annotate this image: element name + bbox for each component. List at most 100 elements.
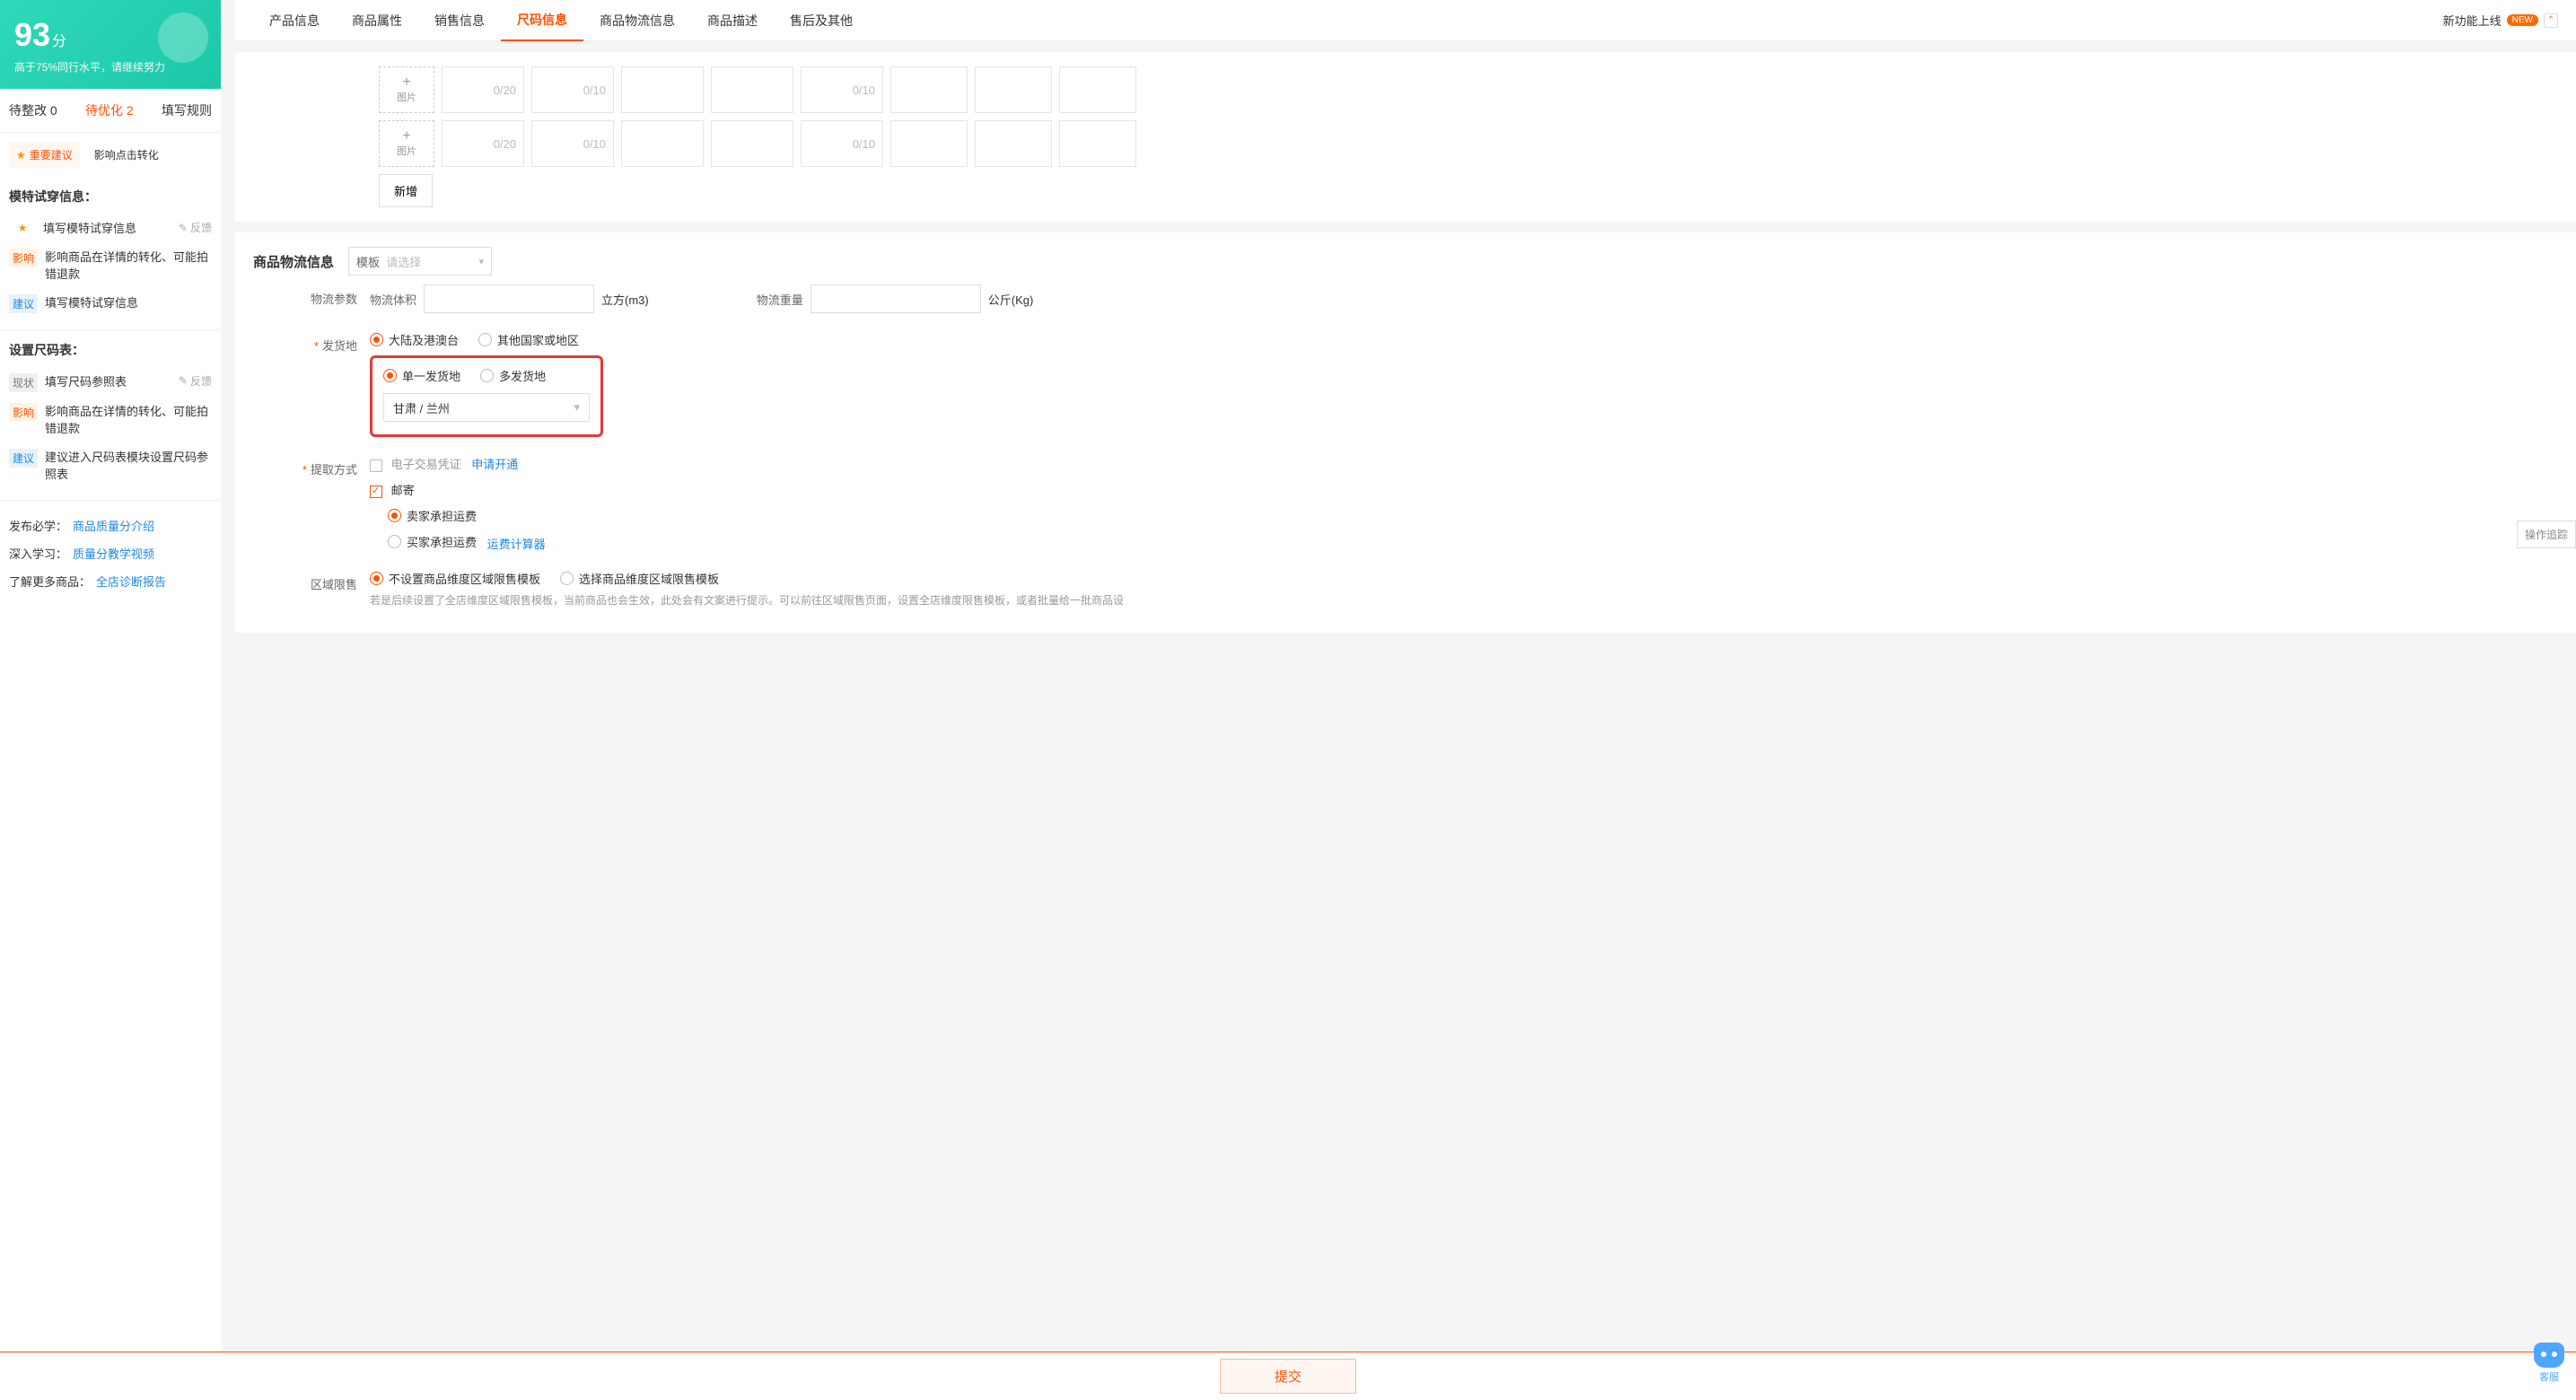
size-row3: 建议进入尺码表模块设置尺码参照表	[45, 449, 212, 484]
section-size: 设置尺码表： 现状 填写尺码参照表 ✎ 反馈 影响 影响商品在详情的转化、可能拍…	[0, 330, 221, 501]
radio-set-area-limit[interactable]: 选择商品维度区域限售模板	[560, 570, 719, 587]
learn2-label: 深入学习：	[9, 547, 67, 561]
spec-cell[interactable]	[711, 120, 793, 167]
radio-multi-ship[interactable]: 多发货地	[480, 367, 546, 384]
mail-label: 邮寄	[391, 484, 415, 497]
radio-buyer-pay[interactable]: 买家承担运费	[388, 533, 477, 550]
checkbox-mail[interactable]	[370, 486, 382, 498]
feedback-link[interactable]: ✎ 反馈	[179, 373, 212, 389]
spec-cell[interactable]	[621, 120, 704, 167]
spec-cell[interactable]	[1059, 66, 1136, 113]
tab-right[interactable]: 新功能上线 NEW ⌃	[2443, 12, 2558, 29]
spec-cell[interactable]	[890, 66, 968, 113]
learn1-label: 发布必学：	[9, 520, 67, 533]
spec-cell[interactable]: 0/10	[531, 120, 614, 167]
chevron-up-icon[interactable]: ⌃	[2544, 13, 2558, 28]
add-row-button[interactable]: 新增	[379, 174, 433, 207]
model-row2: 影响商品在详情的转化、可能拍错退款	[45, 249, 212, 284]
learn2-link[interactable]: 质量分教学视频	[73, 547, 154, 561]
spec-cell[interactable]: 0/10	[801, 120, 883, 167]
image-add-button[interactable]: +图片	[379, 66, 434, 113]
tab-desc[interactable]: 商品描述	[691, 0, 774, 41]
model-row1: 填写模特试穿信息	[43, 220, 171, 238]
model-row3: 填写模特试穿信息	[45, 294, 212, 312]
weight-input[interactable]	[810, 284, 981, 313]
chip-click[interactable]: 影响点击转化	[87, 142, 166, 168]
radio-mainland[interactable]: 大陆及港澳台	[370, 331, 459, 348]
logistics-title: 商品物流信息	[253, 252, 334, 271]
spec-row: +图片 0/20 0/10 0/10	[379, 66, 2558, 113]
ship-highlight-box: 单一发货地 多发货地 甘肃 / 兰州 ▾	[370, 355, 603, 437]
tab-logistics[interactable]: 商品物流信息	[583, 0, 691, 41]
chip-important[interactable]: ★重要建议	[9, 142, 80, 168]
spec-cell[interactable]	[975, 120, 1052, 167]
customer-service[interactable]: 客服	[2531, 1343, 2567, 1384]
tab-attrs[interactable]: 商品属性	[336, 0, 418, 41]
size-row1: 填写尺码参照表	[45, 373, 171, 391]
score-number: 93	[14, 16, 50, 54]
operation-track-button[interactable]: 操作追踪	[2517, 521, 2576, 548]
radio-seller-pay[interactable]: 卖家承担运费	[388, 507, 477, 524]
ecert-label: 电子交易凭证	[391, 458, 461, 471]
learn3-link[interactable]: 全店诊断报告	[96, 575, 166, 589]
tab-size[interactable]: 尺码信息	[501, 0, 583, 41]
weight-unit: 公斤(Kg)	[988, 291, 1034, 308]
customer-service-icon	[2534, 1343, 2564, 1368]
spec-cell[interactable]: 0/20	[442, 66, 524, 113]
section-model-title: 模特试穿信息：	[9, 177, 212, 214]
spec-cell[interactable]: 0/10	[531, 66, 614, 113]
section-model: 模特试穿信息： ★ 填写模特试穿信息 ✎ 反馈 影响 影响商品在详情的转化、可能…	[0, 177, 221, 330]
tag-suggest: 建议	[9, 449, 38, 468]
learn-links: 发布必学： 商品质量分介绍 深入学习： 质量分教学视频 了解更多商品： 全店诊断报告	[0, 501, 221, 606]
star-icon: ★	[16, 149, 26, 162]
tab-after[interactable]: 售后及其他	[774, 0, 869, 41]
ship-from-label: *发货地	[253, 331, 370, 354]
status-optimize[interactable]: 待优化 2	[85, 101, 134, 119]
weight-label: 物流重量	[757, 291, 803, 308]
star-icon: ★	[9, 220, 36, 236]
section-size-title: 设置尺码表：	[9, 330, 212, 368]
main: 产品信息 商品属性 销售信息 尺码信息 商品物流信息 商品描述 售后及其他 新功…	[221, 0, 2576, 1400]
learn1-link[interactable]: 商品质量分介绍	[73, 520, 154, 533]
tab-product[interactable]: 产品信息	[253, 0, 336, 41]
feedback-link[interactable]: ✎ 反馈	[179, 220, 212, 235]
radio-no-area-limit[interactable]: 不设置商品维度区域限售模板	[370, 570, 540, 587]
tag-suggest: 建议	[9, 294, 38, 313]
status-row: 待整改 0 待优化 2 填写规则	[0, 89, 221, 133]
learn3-label: 了解更多商品：	[9, 575, 91, 589]
spec-cell[interactable]	[1059, 120, 1136, 167]
logistics-card: 商品物流信息 模板 请选择 ▾ 物流参数 物流体积 立方(m3)	[235, 232, 2576, 633]
status-rules[interactable]: 填写规则	[162, 101, 212, 119]
param-label: 物流参数	[253, 284, 370, 307]
submit-bar: 提交	[0, 1352, 2576, 1400]
spec-cell[interactable]: 0/10	[801, 66, 883, 113]
freight-calc-link[interactable]: 运费计算器	[487, 538, 546, 551]
template-select[interactable]: 模板 请选择 ▾	[348, 247, 492, 276]
radio-other-country[interactable]: 其他国家或地区	[478, 331, 579, 348]
tab-sales[interactable]: 销售信息	[418, 0, 501, 41]
submit-button[interactable]: 提交	[1220, 1359, 1356, 1394]
tabbar: 产品信息 商品属性 销售信息 尺码信息 商品物流信息 商品描述 售后及其他 新功…	[235, 0, 2576, 41]
tag-impact: 影响	[9, 403, 38, 422]
volume-input[interactable]	[424, 284, 594, 313]
new-feature-label: 新功能上线	[2443, 12, 2502, 29]
volume-unit: 立方(m3)	[601, 291, 649, 308]
spec-cell[interactable]	[890, 120, 968, 167]
spec-cell[interactable]	[621, 66, 704, 113]
radio-single-ship[interactable]: 单一发货地	[383, 367, 460, 384]
score-unit: 分	[52, 34, 66, 49]
status-pending[interactable]: 待整改 0	[9, 101, 57, 119]
customer-service-label: 客服	[2531, 1369, 2567, 1384]
chip-row: ★重要建议 影响点击转化	[0, 133, 221, 177]
spec-cell[interactable]	[711, 66, 793, 113]
image-add-button[interactable]: +图片	[379, 120, 434, 167]
ship-location-select[interactable]: 甘肃 / 兰州 ▾	[383, 393, 590, 422]
tag-impact: 影响	[9, 249, 38, 267]
spec-cell[interactable]	[975, 66, 1052, 113]
checkbox-ecert[interactable]	[370, 459, 382, 472]
volume-label: 物流体积	[370, 291, 416, 308]
pickup-label: *提取方式	[253, 455, 370, 477]
spec-cell[interactable]: 0/20	[442, 120, 524, 167]
apply-open-link[interactable]: 申请开通	[471, 458, 518, 471]
ship-location-value: 甘肃 / 兰州	[393, 399, 450, 416]
